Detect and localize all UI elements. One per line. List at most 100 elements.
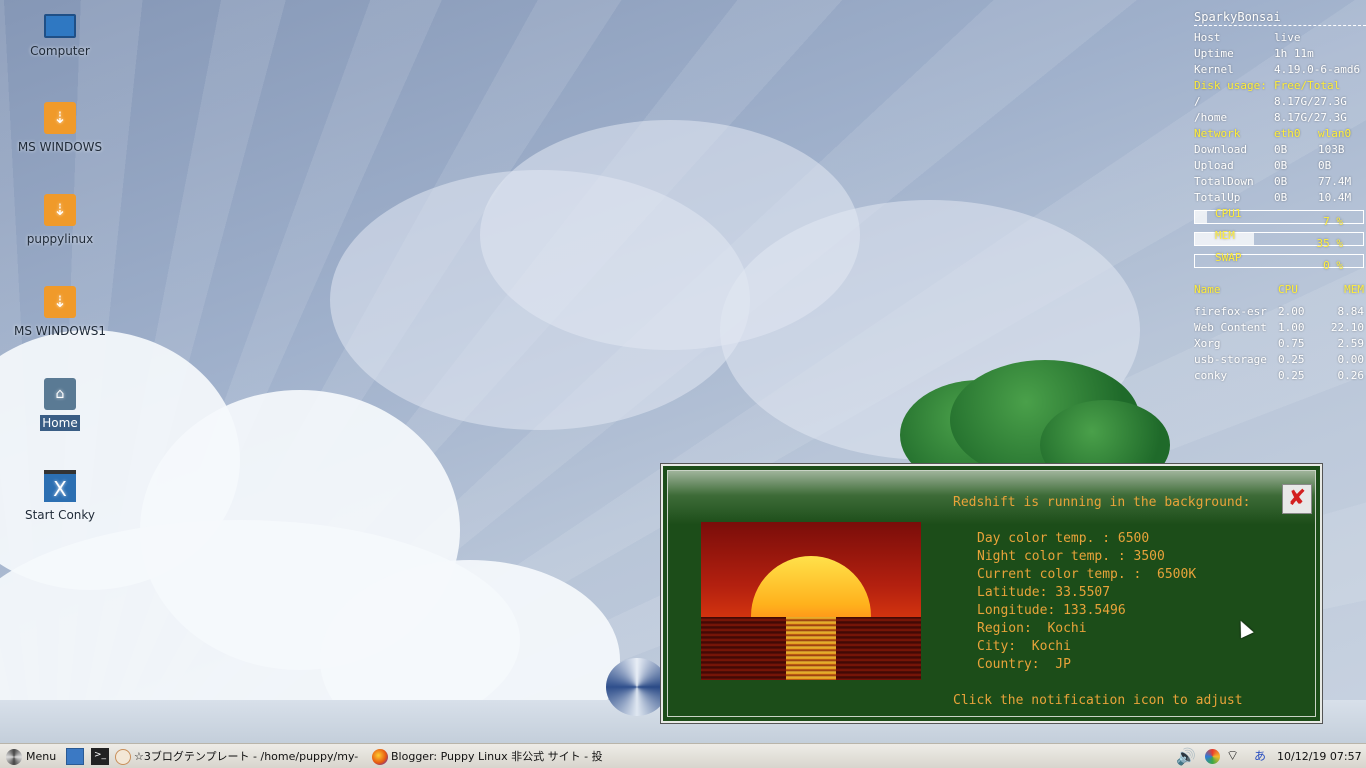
- country-line: Country: JP: [977, 657, 1071, 672]
- desktop-icon-home[interactable]: ⌂ Home: [5, 378, 115, 431]
- conky-key: TotalDown: [1194, 175, 1254, 188]
- conky-value: 8.17G/27.3G: [1274, 95, 1347, 108]
- clock[interactable]: 10/12/19 07:57: [1277, 746, 1363, 767]
- desktop-icon-ms-windows1[interactable]: ⇣ MS WINDOWS1: [5, 286, 115, 338]
- menu-button[interactable]: Menu: [6, 746, 61, 767]
- process-row: Xorg 0.75 2.59: [1194, 336, 1366, 352]
- conky-key: TotalUp: [1194, 191, 1241, 204]
- process-row: firefox-esr 2.00 8.84: [1194, 304, 1366, 320]
- conky-key: Uptime: [1194, 47, 1234, 60]
- input-method-indicator[interactable]: あ: [1254, 746, 1270, 767]
- conky-key: Upload: [1194, 159, 1234, 172]
- conky-row: / 8.17G/27.3G: [1194, 94, 1366, 110]
- conky-value: 0B: [1318, 159, 1332, 172]
- volume-icon[interactable]: 🔊: [1176, 746, 1198, 767]
- conky-value: 77.4M: [1318, 175, 1352, 188]
- redshift-dialog: Redshift is running in the background: ✘…: [661, 464, 1322, 723]
- proc-mem: 0.00: [1337, 353, 1365, 366]
- desktop-icon-label: Start Conky: [24, 508, 96, 522]
- desktop-icon-label: puppylinux: [26, 232, 94, 246]
- desktop-icon-label: Computer: [30, 44, 90, 58]
- day-temp-line: Day color temp. : 6500: [977, 531, 1150, 546]
- conky-disk-header: Disk usage: Free/Total: [1194, 78, 1366, 94]
- conky-value: 0B: [1274, 143, 1288, 156]
- conky-key: Host: [1194, 31, 1221, 44]
- desktop-icon-ms-windows[interactable]: ⇣ MS WINDOWS: [5, 102, 115, 154]
- proc-cpu: 0.25: [1278, 353, 1305, 366]
- conky-value: 103B: [1318, 143, 1345, 156]
- process-row: conky 0.25 0.26: [1194, 368, 1366, 384]
- task-label: Blogger: Puppy Linux 非公式 サイト - 投: [391, 750, 603, 763]
- conky-monitor: SparkyBonsai Host live Uptime 1h 11m Kerne…: [1194, 10, 1366, 384]
- conky-key: /: [1194, 95, 1201, 108]
- desktop-icon-label: Home: [40, 415, 80, 431]
- conky-value: live: [1274, 31, 1301, 44]
- taskbar-task[interactable]: ☆3ブログテンプレート - /home/puppy/my-: [115, 746, 371, 767]
- terminal-launcher-icon[interactable]: >_: [91, 748, 109, 765]
- conky-net-header: Network eth0 wlan0: [1194, 126, 1366, 142]
- conky-value: 4.19.0-6-amd6: [1274, 63, 1361, 76]
- proc-cpu: 1.00: [1278, 321, 1305, 334]
- proc-mem: 0.26: [1337, 369, 1365, 382]
- longitude-line: Longitude: 133.5496: [977, 603, 1126, 618]
- desktop-icon-label: MS WINDOWS1: [14, 324, 106, 338]
- logo-swirl: [606, 658, 668, 716]
- proc-mem: 22.10: [1330, 321, 1364, 334]
- conky-value: Free/Total: [1274, 79, 1341, 92]
- bar-label: SWAP: [1215, 251, 1242, 264]
- redshift-tray-icon[interactable]: [1205, 749, 1220, 764]
- swap-usage-bar: SWAP 0 %: [1194, 251, 1364, 272]
- conky-value: wlan0: [1318, 127, 1352, 140]
- task-label: ☆3ブログテンプレート - /home/puppy/my-: [134, 750, 359, 763]
- bar-label: MEM: [1215, 229, 1235, 242]
- dialog-heading: Redshift is running in the background:: [953, 495, 1251, 510]
- desktop-icon-computer[interactable]: Computer: [5, 14, 115, 58]
- conky-row: Uptime 1h 11m: [1194, 46, 1366, 62]
- home-folder-icon: ⌂: [44, 378, 76, 410]
- conky-value: 0B: [1274, 159, 1288, 172]
- conky-value: 0B: [1274, 191, 1288, 204]
- proc-name: Xorg: [1194, 337, 1221, 350]
- proc-name: Name: [1194, 283, 1221, 296]
- process-row: Web Content 1.00 22.10: [1194, 320, 1366, 336]
- usb-drive-icon: ⇣: [44, 102, 76, 134]
- conky-key: Kernel: [1194, 63, 1234, 76]
- wifi-icon[interactable]: ⌔: [1226, 746, 1250, 767]
- usb-drive-icon: ⇣: [44, 194, 76, 226]
- proc-mem: 2.59: [1337, 337, 1365, 350]
- close-button[interactable]: ✘: [1282, 484, 1312, 514]
- night-temp-line: Night color temp. : 3500: [977, 549, 1165, 564]
- current-temp-line: Current color temp. : 6500K: [977, 567, 1197, 582]
- city-line: City: Kochi: [977, 639, 1071, 654]
- proc-name: conky: [1194, 369, 1228, 382]
- bar-value: 0 %: [1323, 259, 1343, 272]
- file-manager-launcher-icon[interactable]: [66, 748, 84, 765]
- sun-reflection: [786, 617, 836, 680]
- puppy-icon: [115, 749, 131, 765]
- conky-row: /home 8.17G/27.3G: [1194, 110, 1366, 126]
- mem-usage-bar: MEM 35 %: [1194, 229, 1364, 250]
- dialog-body: Redshift is running in the background: ✘…: [667, 470, 1316, 717]
- bar-value: 35 %: [1316, 237, 1344, 250]
- conky-key: Download: [1194, 143, 1247, 156]
- cpu-usage-bar: CPU1 7 %: [1194, 207, 1364, 228]
- conky-value: 10.4M: [1318, 191, 1352, 204]
- bar-value: 7 %: [1323, 215, 1343, 228]
- region-line: Region: Kochi: [977, 621, 1087, 636]
- conky-row: Download 0B 103B: [1194, 142, 1366, 158]
- conky-row: Kernel 4.19.0-6-amd6: [1194, 62, 1366, 78]
- desktop-icon-start-conky[interactable]: X Start Conky: [5, 470, 115, 522]
- usb-drive-icon: ⇣: [44, 286, 76, 318]
- conky-row: TotalUp 0B 10.4M: [1194, 190, 1366, 206]
- taskbar-task[interactable]: Blogger: Puppy Linux 非公式 サイト - 投: [372, 746, 627, 767]
- menu-logo-icon: [6, 749, 22, 765]
- firefox-icon: [372, 749, 388, 765]
- proc-cpu: 0.25: [1278, 369, 1305, 382]
- proc-cpu: CPU: [1278, 283, 1298, 296]
- conky-value: 0B: [1274, 175, 1288, 188]
- taskbar: Menu >_ ☆3ブログテンプレート - /home/puppy/my- Bl…: [0, 743, 1366, 768]
- desktop-icon-puppylinux[interactable]: ⇣ puppylinux: [5, 194, 115, 246]
- conky-icon: X: [44, 470, 76, 502]
- proc-mem: MEM: [1344, 283, 1364, 296]
- dialog-footer: Click the notification icon to adjust: [953, 693, 1243, 708]
